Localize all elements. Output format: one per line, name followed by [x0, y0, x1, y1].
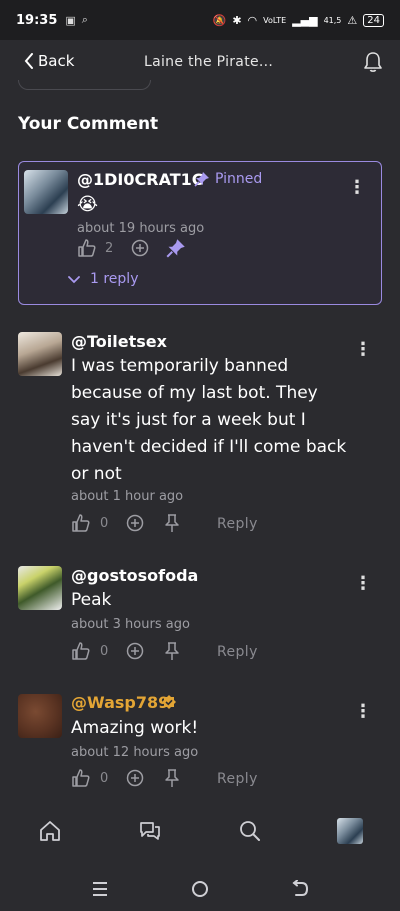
more-options-button[interactable]: ⋮ — [348, 179, 366, 197]
comment-timestamp: about 1 hour ago — [71, 489, 184, 504]
comment-text-line: because of my last bot. They — [71, 383, 318, 403]
thumbs-up-icon[interactable] — [77, 238, 97, 258]
reply-button[interactable]: Reply — [217, 516, 258, 532]
view-replies-button[interactable]: 1 reply — [90, 271, 138, 287]
like-count: 2 — [105, 241, 114, 256]
avatar[interactable] — [18, 694, 62, 738]
more-options-button[interactable]: ⋮ — [354, 703, 372, 721]
comment-text: Amazing work! — [71, 718, 199, 738]
back-button[interactable]: Back — [24, 52, 74, 70]
alert-icon: ⚠ — [347, 13, 358, 27]
status-bar: 19:35 ▣ ⌕ 🔕 ✱ ◠ VoLTE ▂▄▆ 41,5 ⚠ 24 — [0, 0, 400, 40]
reply-button[interactable]: Reply — [217, 644, 258, 660]
home-button-icon[interactable] — [191, 880, 209, 898]
like-count: 0 — [100, 516, 109, 531]
sim-icon: ▣ — [65, 13, 76, 27]
avatar[interactable] — [18, 332, 62, 376]
add-reaction-icon[interactable] — [126, 769, 144, 787]
add-reaction-icon[interactable] — [126, 642, 144, 660]
comment-timestamp: about 3 hours ago — [71, 617, 190, 632]
comment-text-line: I was temporarily banned — [71, 356, 289, 376]
thumbs-up-icon[interactable] — [71, 641, 91, 661]
status-right: 🔕 ✱ ◠ VoLTE ▂▄▆ 41,5 ⚠ 24 — [212, 13, 384, 27]
chevron-left-icon — [24, 53, 33, 69]
page-title: Laine the Pirate... — [144, 54, 274, 70]
add-reaction-icon[interactable] — [131, 239, 149, 257]
pin-outline-icon[interactable] — [164, 513, 180, 533]
pin-outline-icon[interactable] — [164, 641, 180, 661]
more-options-button[interactable]: ⋮ — [354, 341, 372, 359]
avatar[interactable] — [24, 170, 68, 214]
pin-outline-icon[interactable] — [164, 768, 180, 788]
net-speed: 41,5 — [323, 15, 342, 25]
more-options-button[interactable]: ⋮ — [354, 575, 372, 593]
back-label: Back — [38, 52, 75, 70]
status-time: 19:35 — [16, 12, 58, 28]
battery-indicator: 24 — [363, 13, 384, 27]
chevron-down-icon[interactable] — [68, 275, 80, 285]
bluetooth-icon: ✱ — [232, 13, 242, 27]
bell-icon[interactable] — [363, 51, 383, 73]
add-reaction-icon[interactable] — [126, 514, 144, 532]
home-icon[interactable] — [38, 820, 62, 842]
comment-timestamp: about 12 hours ago — [71, 745, 199, 760]
comment-username[interactable]: @1DI0CRAT1C — [77, 170, 204, 189]
pinned-label: Pinned — [215, 171, 263, 187]
back-nav-icon[interactable] — [290, 880, 310, 898]
previous-card-edge — [18, 80, 151, 90]
comment-timestamp: about 19 hours ago — [77, 221, 205, 236]
signal-icon: ▂▄▆ — [292, 13, 318, 27]
verified-badge-icon — [162, 695, 176, 709]
avatar[interactable] — [18, 566, 62, 610]
comment-text-line: or not — [71, 464, 122, 484]
section-title: Your Comment — [18, 114, 159, 134]
thumbs-up-icon[interactable] — [71, 513, 91, 533]
lte-icon: VoLTE — [263, 15, 287, 25]
reply-button[interactable]: Reply — [217, 771, 258, 787]
like-count: 0 — [100, 771, 109, 786]
profile-avatar[interactable] — [337, 818, 363, 844]
recent-apps-icon[interactable] — [91, 881, 109, 897]
chat-icon[interactable] — [138, 819, 162, 843]
pin-action-icon[interactable] — [166, 238, 186, 258]
search-status-icon: ⌕ — [81, 13, 88, 26]
comment-text: 😭 — [77, 194, 99, 215]
comment-username[interactable]: @gostosofoda — [71, 566, 198, 585]
comment-text-line: haven't decided if I'll come back — [71, 437, 347, 457]
wifi-icon: ◠ — [247, 13, 258, 27]
comment-text: Peak — [71, 590, 112, 610]
pin-icon — [194, 172, 209, 187]
comment-username[interactable]: @Wasp789 — [71, 693, 169, 712]
like-count: 0 — [100, 644, 109, 659]
comment-text-line: say it's just for a week but I — [71, 410, 306, 430]
mute-icon: 🔕 — [212, 13, 227, 27]
comment-username[interactable]: @Toiletsex — [71, 332, 167, 351]
comment-text: I was temporarily banned because of my l… — [71, 353, 346, 488]
search-icon[interactable] — [238, 819, 262, 843]
thumbs-up-icon[interactable] — [71, 768, 91, 788]
